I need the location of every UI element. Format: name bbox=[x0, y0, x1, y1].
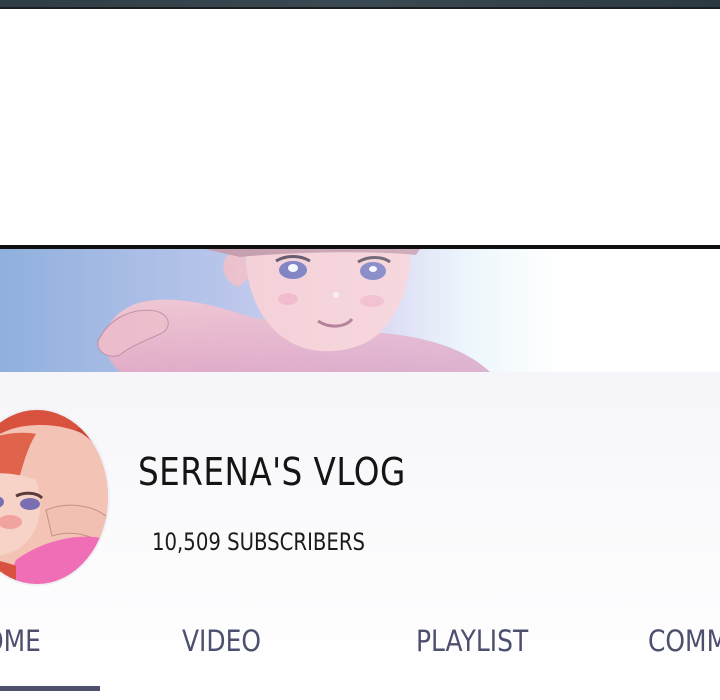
comic-page: SERENA'S VLOG 10,509 SUBSCRIBERS OME VID… bbox=[0, 0, 720, 700]
subscriber-count: 10,509 SUBSCRIBERS bbox=[152, 528, 365, 556]
banner-illustration bbox=[0, 249, 720, 372]
tab-playlist[interactable]: PLAYLIST bbox=[416, 624, 528, 658]
channel-banner bbox=[0, 249, 720, 372]
tab-community[interactable]: COMM bbox=[648, 624, 720, 658]
active-tab-indicator bbox=[0, 686, 100, 691]
tab-video[interactable]: VIDEO bbox=[182, 624, 261, 658]
blank-comic-panel bbox=[0, 9, 720, 245]
channel-name: SERENA'S VLOG bbox=[138, 450, 406, 494]
tab-home[interactable]: OME bbox=[0, 624, 41, 658]
